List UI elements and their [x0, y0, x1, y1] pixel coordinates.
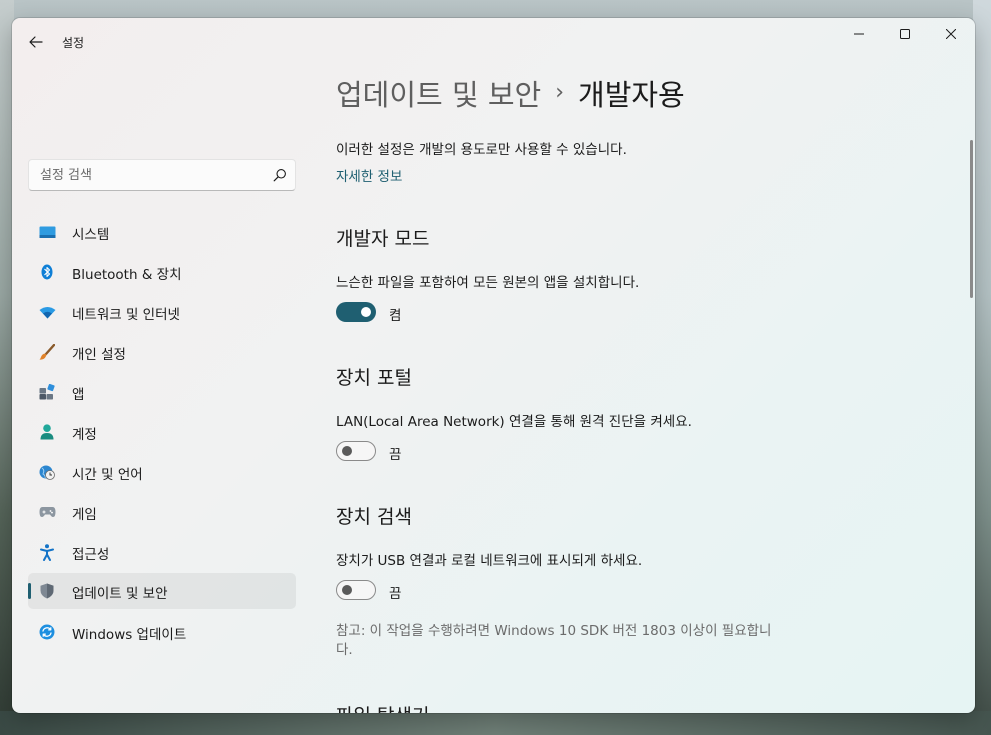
apps-icon: [38, 384, 56, 400]
settings-window: 설정 설정 검색 시스템 Bluetooth & 장치 네트워크 및 인터넷 개…: [12, 18, 975, 713]
toggle-knob: [342, 446, 352, 456]
shield-icon: [38, 583, 56, 599]
nav-label: 시간 및 언어: [72, 467, 143, 483]
accessibility-icon: [38, 543, 56, 561]
minimize-icon: [854, 33, 864, 35]
device-portal-toggle[interactable]: [336, 441, 376, 461]
page-title: 개발자용: [578, 78, 685, 112]
brush-icon: [38, 344, 56, 360]
section-title-file-explorer: 파일 탐색기: [336, 701, 429, 713]
nav-item-accounts[interactable]: 계정: [28, 414, 296, 450]
maximize-button[interactable]: [882, 18, 928, 50]
section-title-device-discovery: 장치 검색: [336, 506, 412, 528]
nav-item-bluetooth[interactable]: Bluetooth & 장치: [28, 254, 296, 290]
breadcrumb: 업데이트 및 보안 › 개발자용: [336, 72, 685, 114]
nav-label: 앱: [72, 387, 85, 403]
section-title-device-portal: 장치 포털: [336, 367, 412, 389]
nav-item-windows-update[interactable]: Windows 업데이트: [28, 614, 296, 650]
device-portal-description: LAN(Local Area Network) 연결을 통해 원격 진단을 켜세…: [336, 414, 692, 430]
search-box: [28, 159, 296, 191]
nav-label: 시스템: [72, 227, 110, 243]
breadcrumb-parent[interactable]: 업데이트 및 보안: [336, 72, 541, 114]
nav-item-system[interactable]: 시스템: [28, 214, 296, 250]
globe-clock-icon: [38, 464, 56, 480]
device-discovery-note: 참고: 이 작업을 수행하려면 Windows 10 SDK 버전 1803 이…: [336, 623, 772, 658]
toggle-knob: [361, 307, 371, 317]
nav-label: Bluetooth & 장치: [72, 267, 182, 283]
nav-label: 접근성: [72, 547, 110, 563]
search-icon[interactable]: [273, 168, 287, 182]
nav-item-personalization[interactable]: 개인 설정: [28, 334, 296, 370]
device-portal-toggle-label: 끔: [389, 447, 402, 463]
search-input[interactable]: [29, 160, 259, 190]
developer-mode-toggle[interactable]: [336, 302, 376, 322]
nav-item-gaming[interactable]: 게임: [28, 494, 296, 530]
nav-label: 게임: [72, 507, 97, 523]
close-icon: [946, 29, 956, 39]
developer-mode-toggle-label: 켬: [389, 308, 402, 324]
nav-item-apps[interactable]: 앱: [28, 374, 296, 410]
nav-label: 업데이트 및 보안: [72, 586, 168, 602]
minimize-button[interactable]: [836, 18, 882, 50]
arrow-left-icon: [29, 36, 43, 48]
maximize-icon: [900, 29, 910, 39]
person-icon: [38, 424, 56, 440]
back-button[interactable]: [22, 28, 50, 56]
selection-indicator: [28, 583, 31, 599]
bluetooth-icon: [38, 264, 56, 280]
title-bar: 설정: [12, 18, 975, 66]
nav-item-update-security[interactable]: 업데이트 및 보안: [28, 573, 296, 609]
device-discovery-toggle[interactable]: [336, 580, 376, 600]
monitor-icon: [38, 224, 56, 240]
desktop-wallpaper-bottom: [0, 711, 991, 735]
window-title: 설정: [62, 36, 85, 50]
gamepad-icon: [38, 504, 56, 520]
wifi-icon: [38, 304, 56, 320]
nav-label: 네트워크 및 인터넷: [72, 307, 180, 323]
desktop-wallpaper-right: [973, 0, 991, 735]
sync-icon: [38, 624, 56, 640]
toggle-knob: [342, 585, 352, 595]
device-discovery-toggle-label: 끔: [389, 586, 402, 602]
close-button[interactable]: [928, 18, 974, 50]
content-scrollbar[interactable]: [970, 140, 973, 298]
nav-label: Windows 업데이트: [72, 627, 187, 643]
device-discovery-description: 장치가 USB 연결과 로컬 네트워크에 표시되게 하세요.: [336, 553, 643, 569]
nav-item-time-language[interactable]: 시간 및 언어: [28, 454, 296, 490]
nav-item-network[interactable]: 네트워크 및 인터넷: [28, 294, 296, 330]
developer-mode-description: 느슨한 파일을 포함하여 모든 원본의 앱을 설치합니다.: [336, 275, 640, 291]
breadcrumb-separator: ›: [555, 79, 565, 105]
nav-label: 개인 설정: [72, 347, 126, 363]
section-title-developer-mode: 개발자 모드: [336, 228, 430, 250]
learn-more-link[interactable]: 자세한 정보: [336, 165, 402, 185]
nav-item-accessibility[interactable]: 접근성: [28, 534, 296, 570]
intro-description: 이러한 설정은 개발의 용도로만 사용할 수 있습니다.: [336, 142, 627, 158]
nav-label: 계정: [72, 427, 97, 443]
